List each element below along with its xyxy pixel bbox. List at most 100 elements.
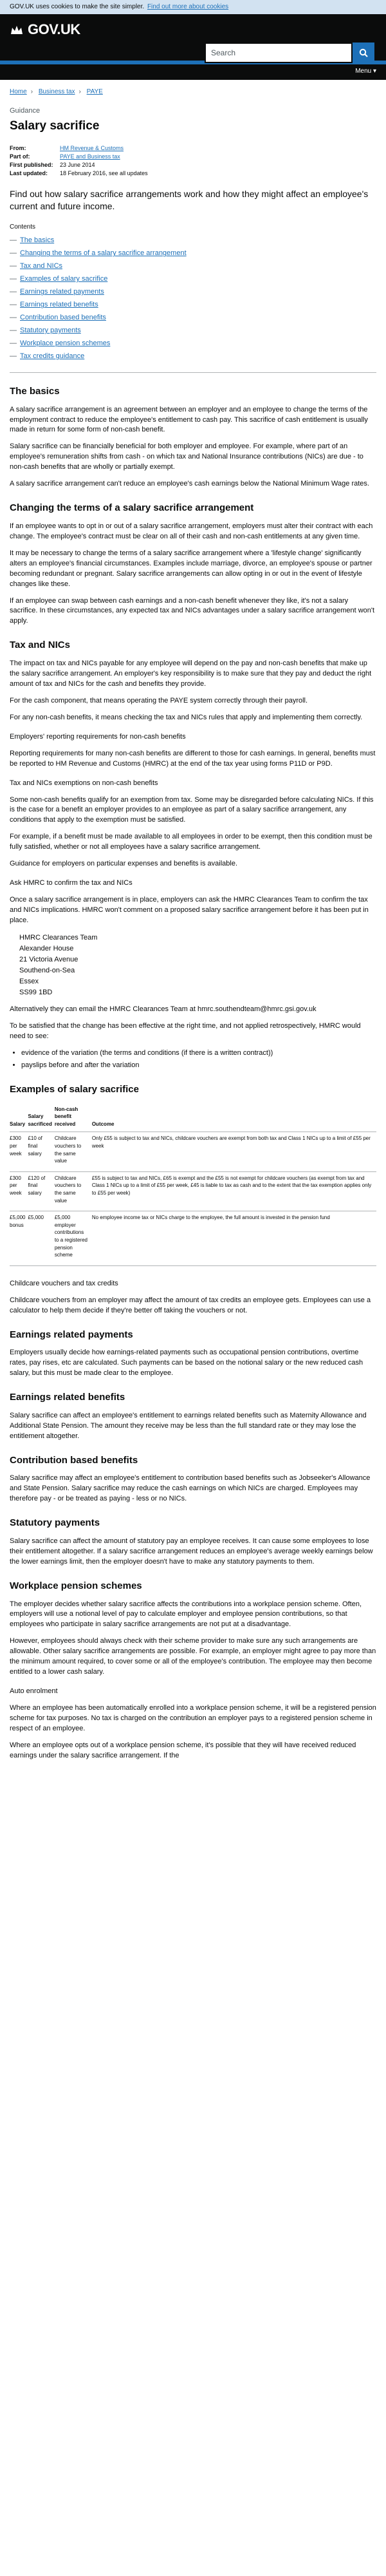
search-button[interactable] [353,43,374,63]
subheading: Employers' reporting requirements for no… [10,732,186,741]
search-icon [359,48,368,57]
postal-address: HMRC Clearances Team Alexander House 21 … [10,933,376,998]
address-line: Essex [19,978,39,986]
meta-label: From: [10,144,26,151]
search-input[interactable]: Search [205,43,353,63]
contents-link[interactable]: Earnings related payments [20,288,104,296]
address-line: HMRC Clearances Team [19,933,98,942]
govuk-logo[interactable]: GOV.UK [10,19,80,40]
meta-label: First published: [10,162,53,169]
breadcrumb-business-tax[interactable]: Business tax [39,88,75,95]
subheading: Childcare vouchers and tax credits [10,1279,118,1287]
page-title: Salary sacrifice [10,119,100,133]
contents-title: Contents [10,223,36,231]
site-header: GOV.UK Search [0,14,386,64]
contents-link[interactable]: Changing the terms of a salary sacrifice… [20,249,187,257]
paragraph: A salary sacrifice arrangement can't red… [10,480,369,488]
paragraph: Where an employee opts out of a workplac… [10,1741,356,1759]
table-cell: £300 per week [10,1132,28,1172]
paragraph: Salary sacrifice can be financially bene… [10,442,363,471]
paragraph: Salary sacrifice can affect the amount o… [10,1537,373,1566]
section-heading: Examples of salary sacrifice [10,1083,139,1095]
table-cell: £5,000 employer contributions to a regis… [54,1211,92,1266]
contents-link[interactable]: Examples of salary sacrifice [20,275,107,283]
contents-link[interactable]: Workplace pension schemes [20,339,110,347]
list-item: payslips before and after the variation [21,1061,376,1071]
paragraph: Employers usually decide how earnings-re… [10,1349,363,1378]
meta-label: Part of: [10,153,30,160]
meta-last-updated: 18 February 2016, see all updates [60,170,148,177]
paragraph: However, employees should always check w… [10,1637,376,1676]
table-row: £300 per week £10 of final salary Childc… [10,1132,376,1172]
meta-from[interactable]: HM Revenue & Customs [60,144,376,153]
paragraph: If an employee can swap between cash ear… [10,596,375,625]
paragraph: It may be necessary to change the terms … [10,549,372,588]
section-statutory: Statutory payments Salary sacrifice can … [10,1516,376,1567]
meta-label: Last updated: [10,170,48,177]
paragraph: Salary sacrifice may affect an employee'… [10,1474,371,1503]
paragraph: If an employee wants to opt in or out of… [10,522,373,540]
main-content: Guidance Salary sacrifice From: HM Reven… [0,106,386,1761]
bullet-list: evidence of the variation (the terms and… [10,1048,376,1071]
table-cell: £300 per week [10,1171,28,1212]
table-cell: £5,000 bonus [10,1211,28,1266]
paragraph: Some non-cash benefits qualify for an ex… [10,795,374,824]
crown-icon [11,25,23,34]
subheading: Auto enrolment [10,1687,58,1696]
column-header: Salary [10,1103,28,1133]
table-header-row: Salary Salary sacrificed Non-cash benefi… [10,1103,376,1133]
contents-link[interactable]: Contribution based benefits [20,314,106,321]
section-heading: Earnings related benefits [10,1392,125,1403]
section-basics: The basics A salary sacrifice arrangemen… [10,384,376,489]
table-cell: £120 of final salary [28,1171,55,1212]
contents-link[interactable]: Tax credits guidance [20,352,84,360]
paragraph: For any non-cash benefits, it means chec… [10,713,363,721]
section-earnings-benefits: Earnings related benefits Salary sacrifi… [10,1390,376,1442]
table-row: £300 per week £120 of final salary Child… [10,1171,376,1212]
section-contribution: Contribution based benefits Salary sacri… [10,1454,376,1505]
contents-link[interactable]: The basics [20,236,54,244]
contents-link[interactable]: Statutory payments [20,327,81,334]
table-cell: Only £55 is subject to tax and NICs, chi… [91,1132,376,1172]
column-header: Non-cash benefit received [54,1103,92,1133]
breadcrumb-home[interactable]: Home [10,88,27,95]
contents-nav: Contents The basics Changing the terms o… [10,223,376,362]
section-heading: Changing the terms of a salary sacrifice… [10,502,254,514]
address-line: Southend-on-Sea [19,967,75,975]
contents-link[interactable]: Tax and NICs [20,262,62,270]
section-heading: The basics [10,385,60,397]
breadcrumb-paye[interactable]: PAYE [87,88,103,95]
section-earnings-payments: Earnings related payments Employers usua… [10,1328,376,1379]
section-heading: Tax and NICs [10,639,70,651]
section-examples: Examples of salary sacrifice Salary Sala… [10,1083,376,1316]
paragraph: The employer decides whether salary sacr… [10,1600,362,1629]
list-item: evidence of the variation (the terms and… [21,1048,376,1059]
table-cell: £10 of final salary [28,1132,55,1172]
paragraph: Reporting requirements for many non-cash… [10,749,376,768]
cookie-banner: GOV.UK uses cookies to make the site sim… [0,0,386,14]
table-cell: £55 is subject to tax and NICs, £65 is e… [91,1171,376,1212]
menu-label: Menu ▾ [355,68,376,75]
page-caption: Guidance [10,106,41,115]
table-cell: Childcare vouchers to the same value [54,1171,92,1212]
table-row: £5,000 bonus £5,000 £5,000 employer cont… [10,1211,376,1266]
paragraph: The impact on tax and NICs payable for a… [10,659,372,688]
table-cell: Childcare vouchers to the same value [54,1132,92,1172]
search-placeholder: Search [211,48,236,57]
address-line: Alexander House [19,944,74,952]
section-changing: Changing the terms of a salary sacrifice… [10,501,376,627]
section-heading: Earnings related payments [10,1329,133,1340]
menu-toggle[interactable]: Menu ▾ [0,64,386,80]
meta-first-published: 23 June 2014 [60,162,95,169]
lede: Find out how salary sacrifice arrangemen… [10,189,369,212]
contents-link[interactable]: Earnings related benefits [20,301,98,308]
paragraph: To be satisfied that the change has been… [10,1022,361,1041]
table-cell: No employee income tax or NICs charge to… [91,1211,376,1266]
paragraph: Childcare vouchers from an employer may … [10,1296,371,1314]
cookie-link[interactable]: Find out more about cookies [147,3,228,10]
metadata: From: HM Revenue & Customs Part of: PAYE… [10,144,376,178]
meta-part-of[interactable]: PAYE and Business tax [60,153,376,161]
examples-table: Salary Salary sacrificed Non-cash benefi… [10,1103,376,1266]
column-header: Outcome [91,1103,376,1133]
paragraph: Where an employee has been automatically… [10,1704,376,1732]
